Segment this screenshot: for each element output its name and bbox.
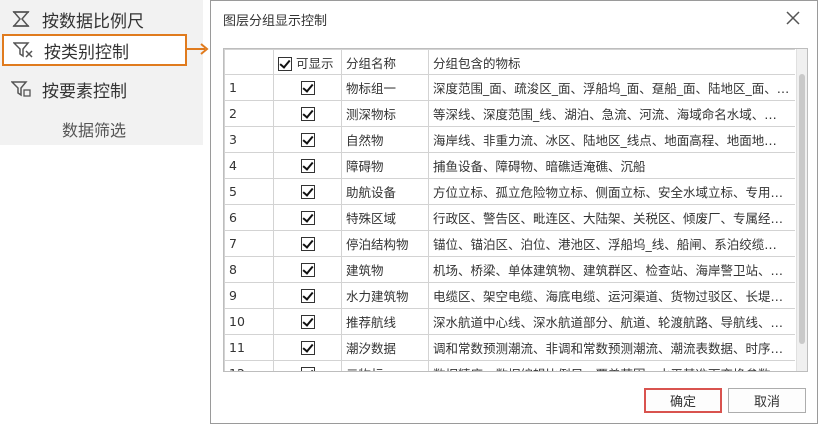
category-filter-icon bbox=[12, 39, 34, 61]
cancel-button[interactable]: 取消 bbox=[728, 388, 806, 413]
header-num bbox=[224, 49, 274, 75]
visible-cell[interactable] bbox=[273, 334, 342, 361]
header-visible[interactable]: 可显示 bbox=[273, 49, 342, 75]
visible-cell[interactable] bbox=[273, 282, 342, 309]
group-items: 调和常数预测潮流、非调和常数预测潮流、潮流表数据、时序… bbox=[428, 334, 795, 361]
table-header-row: 可显示 分组名称 分组包含的物标 bbox=[224, 49, 795, 75]
table-row[interactable]: 4 障碍物 捕鱼设备、障碍物、暗礁适淹礁、沉船 bbox=[224, 152, 795, 179]
scroll-thumb[interactable] bbox=[799, 74, 805, 344]
group-name: 测深物标 bbox=[341, 100, 429, 127]
row-number: 3 bbox=[224, 126, 274, 153]
row-number: 9 bbox=[224, 282, 274, 309]
menu-item-by-feature[interactable]: 按要素控制 bbox=[10, 76, 200, 102]
dialog-title: 图层分组显示控制 bbox=[223, 14, 328, 29]
visible-checkbox[interactable] bbox=[300, 81, 315, 96]
visible-cell[interactable] bbox=[273, 308, 342, 335]
visible-checkbox[interactable] bbox=[300, 107, 315, 122]
row-number: 5 bbox=[224, 178, 274, 205]
table-row[interactable]: 2 测深物标 等深线、深度范围_线、湖泊、急流、河流、海域命名水域、… bbox=[224, 100, 795, 127]
table-row[interactable]: 10 推荐航线 深水航道中心线、深水航道部分、航道、轮渡航路、导航线、… bbox=[224, 308, 795, 335]
group-items: 锚位、锚泊区、泊位、港池区、浮船坞_线、船闸、系泊绞缆… bbox=[428, 230, 795, 257]
row-number: 12 bbox=[224, 360, 274, 371]
layer-group-dialog: 图层分组显示控制 可显示 分组名称 分组包含的物标 1 物标组一 深度范围_面、疏浚… bbox=[210, 0, 818, 424]
group-items: 等深线、深度范围_线、湖泊、急流、河流、海域命名水域、… bbox=[428, 100, 795, 127]
group-name: 物标组一 bbox=[341, 74, 429, 101]
group-name: 元物标 bbox=[341, 360, 429, 371]
group-items: 电缆区、架空电缆、海底电缆、运河渠道、货物过驳区、长堤… bbox=[428, 282, 795, 309]
visible-checkbox[interactable] bbox=[300, 341, 315, 356]
header-group-name: 分组名称 bbox=[341, 49, 429, 75]
group-items: 行政区、警告区、毗连区、大陆架、关税区、倾废厂、专属经… bbox=[428, 204, 795, 231]
table-row[interactable]: 11 潮汐数据 调和常数预测潮流、非调和常数预测潮流、潮流表数据、时序… bbox=[224, 334, 795, 361]
row-number: 6 bbox=[224, 204, 274, 231]
vertical-scrollbar[interactable] bbox=[796, 49, 807, 371]
group-name: 建筑物 bbox=[341, 256, 429, 283]
row-number: 8 bbox=[224, 256, 274, 283]
visible-checkbox[interactable] bbox=[300, 211, 315, 226]
visible-checkbox[interactable] bbox=[300, 133, 315, 148]
visible-cell[interactable] bbox=[273, 230, 342, 257]
table-row[interactable]: 1 物标组一 深度范围_面、疏浚区_面、浮船坞_面、趸船_面、陆地区_面、… bbox=[224, 74, 795, 101]
visible-cell[interactable] bbox=[273, 100, 342, 127]
section-label: 数据筛选 bbox=[62, 121, 127, 140]
group-items: 数据精度、数据编辑比例尺、覆盖范围、水平基准面变换参数… bbox=[428, 360, 795, 371]
group-table: 可显示 分组名称 分组包含的物标 1 物标组一 深度范围_面、疏浚区_面、浮船坞_面… bbox=[224, 49, 795, 371]
menu-item-by-category[interactable]: 按类别控制 bbox=[2, 34, 187, 66]
row-number: 4 bbox=[224, 152, 274, 179]
header-checkbox[interactable] bbox=[278, 57, 292, 71]
row-number: 1 bbox=[224, 74, 274, 101]
group-items: 方位立标、孤立危险物立标、侧面立标、安全水域立标、专用… bbox=[428, 178, 795, 205]
group-items: 机场、桥梁、单体建筑物、建筑群区、检查站、海岸警卫站、… bbox=[428, 256, 795, 283]
menu-item-label: 按要素控制 bbox=[42, 81, 127, 102]
visible-cell[interactable] bbox=[273, 360, 342, 371]
menu-item-by-scale[interactable]: 按数据比例尺 bbox=[10, 6, 200, 32]
visible-checkbox[interactable] bbox=[300, 159, 315, 174]
group-items: 深水航道中心线、深水航道部分、航道、轮渡航路、导航线、… bbox=[428, 308, 795, 335]
close-icon[interactable] bbox=[784, 9, 802, 27]
table-row[interactable]: 8 建筑物 机场、桥梁、单体建筑物、建筑群区、检查站、海岸警卫站、… bbox=[224, 256, 795, 283]
visible-checkbox[interactable] bbox=[300, 263, 315, 278]
visible-checkbox[interactable] bbox=[300, 185, 315, 200]
group-name: 特殊区域 bbox=[341, 204, 429, 231]
scale-icon bbox=[10, 8, 32, 30]
group-items: 深度范围_面、疏浚区_面、浮船坞_面、趸船_面、陆地区_面、… bbox=[428, 74, 795, 101]
filter-menu: 按数据比例尺 按类别控制 按要素控制 数据筛选 bbox=[0, 0, 203, 145]
group-name: 推荐航线 bbox=[341, 308, 429, 335]
row-number: 10 bbox=[224, 308, 274, 335]
ok-button[interactable]: 确定 bbox=[644, 388, 722, 413]
group-name: 停泊结构物 bbox=[341, 230, 429, 257]
row-number: 7 bbox=[224, 230, 274, 257]
group-name: 助航设备 bbox=[341, 178, 429, 205]
table-row[interactable]: 6 特殊区域 行政区、警告区、毗连区、大陆架、关税区、倾废厂、专属经… bbox=[224, 204, 795, 231]
menu-item-label: 按类别控制 bbox=[44, 42, 129, 63]
menu-item-label: 按数据比例尺 bbox=[42, 11, 144, 32]
visible-checkbox[interactable] bbox=[300, 315, 315, 330]
feature-filter-icon bbox=[10, 78, 32, 100]
group-grid: 可显示 分组名称 分组包含的物标 1 物标组一 深度范围_面、疏浚区_面、浮船坞_面… bbox=[223, 48, 808, 372]
visible-cell[interactable] bbox=[273, 178, 342, 205]
group-items: 捕鱼设备、障碍物、暗礁适淹礁、沉船 bbox=[428, 152, 795, 179]
row-number: 11 bbox=[224, 334, 274, 361]
visible-cell[interactable] bbox=[273, 256, 342, 283]
arrow-icon bbox=[187, 43, 209, 55]
visible-cell[interactable] bbox=[273, 126, 342, 153]
group-name: 潮汐数据 bbox=[341, 334, 429, 361]
visible-checkbox[interactable] bbox=[300, 367, 315, 371]
group-name: 障碍物 bbox=[341, 152, 429, 179]
visible-cell[interactable] bbox=[273, 152, 342, 179]
visible-cell[interactable] bbox=[273, 204, 342, 231]
header-group-items: 分组包含的物标 bbox=[428, 49, 795, 75]
table-row[interactable]: 5 助航设备 方位立标、孤立危险物立标、侧面立标、安全水域立标、专用… bbox=[224, 178, 795, 205]
group-name: 自然物 bbox=[341, 126, 429, 153]
visible-checkbox[interactable] bbox=[300, 237, 315, 252]
row-number: 2 bbox=[224, 100, 274, 127]
table-row[interactable]: 3 自然物 海岸线、非重力流、冰区、陆地区_线点、地面高程、地面地… bbox=[224, 126, 795, 153]
visible-checkbox[interactable] bbox=[300, 289, 315, 304]
table-row[interactable]: 12 元物标数据精度、数据编辑比例尺、覆盖范围、水平基准面变换参数… bbox=[224, 360, 795, 371]
group-items: 海岸线、非重力流、冰区、陆地区_线点、地面高程、地面地… bbox=[428, 126, 795, 153]
visible-cell[interactable] bbox=[273, 74, 342, 101]
group-name: 水力建筑物 bbox=[341, 282, 429, 309]
table-row[interactable]: 7 停泊结构物 锚位、锚泊区、泊位、港池区、浮船坞_线、船闸、系泊绞缆… bbox=[224, 230, 795, 257]
table-row[interactable]: 9 水力建筑物 电缆区、架空电缆、海底电缆、运河渠道、货物过驳区、长堤… bbox=[224, 282, 795, 309]
